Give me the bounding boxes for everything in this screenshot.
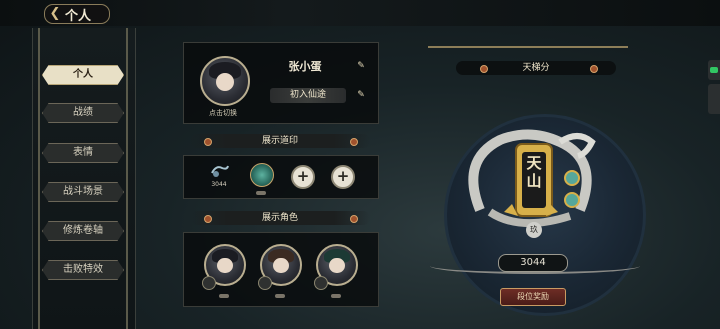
jade-seal-icon[interactable] [250, 163, 274, 187]
add-seal-button[interactable]: + [291, 165, 315, 189]
edit-name-icon[interactable]: ✎ [356, 61, 366, 71]
add-seal-button[interactable]: + [331, 165, 355, 189]
ladder-divider [428, 46, 628, 48]
seal-value: 3044 [211, 181, 227, 188]
rank-emblem-subtext: 玖 [526, 222, 542, 238]
remove-character-button[interactable] [219, 294, 229, 298]
dragon-seal-icon[interactable] [210, 163, 230, 179]
nav-item-battle-scene[interactable]: 战斗场景 [42, 182, 124, 202]
nav-item-training-scroll[interactable]: 修炼卷轴 [42, 221, 124, 241]
remove-character-button[interactable] [275, 294, 285, 298]
side-tab-menu[interactable] [708, 84, 720, 114]
edit-title-icon[interactable]: ✎ [356, 90, 366, 100]
ornament-dot-icon [350, 215, 358, 223]
chat-icon [710, 67, 718, 73]
nav-rail-left [38, 28, 40, 329]
ornament-dot-icon [350, 138, 358, 146]
ladder-score: 3044 [498, 254, 568, 272]
player-name: 张小蛋 [288, 60, 322, 73]
seal-section-title: 展示道印 [190, 134, 370, 148]
nav-item-profile[interactable]: 个人 [42, 65, 124, 85]
character-element-icon [314, 276, 328, 290]
side-tab-chat[interactable] [708, 60, 720, 80]
profile-avatar[interactable] [200, 56, 250, 106]
remove-seal-button[interactable] [256, 191, 266, 195]
ornament-dot-icon [480, 65, 488, 73]
remove-character-button[interactable] [331, 294, 341, 298]
rank-reward-button[interactable]: 段位奖励 [500, 288, 566, 306]
ornament-dot-icon [204, 215, 212, 223]
ornament-dot-icon [590, 65, 598, 73]
character-section-title: 展示角色 [190, 211, 370, 225]
ornament-dot-icon [204, 138, 212, 146]
back-arrow-icon: ❮ [49, 6, 61, 21]
nav-item-record[interactable]: 战绩 [42, 103, 124, 123]
avatar-switch-hint: 点击切换 [209, 109, 237, 117]
title-badge: 初入仙途 [270, 88, 346, 103]
rank-emblem-text: 天山 [526, 154, 542, 190]
page-title: 个人 [65, 8, 92, 24]
nav-item-emote[interactable]: 表情 [42, 143, 124, 163]
nav-item-defeat-effect[interactable]: 击败特效 [42, 260, 124, 280]
character-element-icon [258, 276, 272, 290]
back-button[interactable]: ❮ 个人 [44, 4, 110, 24]
character-element-icon [202, 276, 216, 290]
nav-rail-right [126, 28, 128, 329]
